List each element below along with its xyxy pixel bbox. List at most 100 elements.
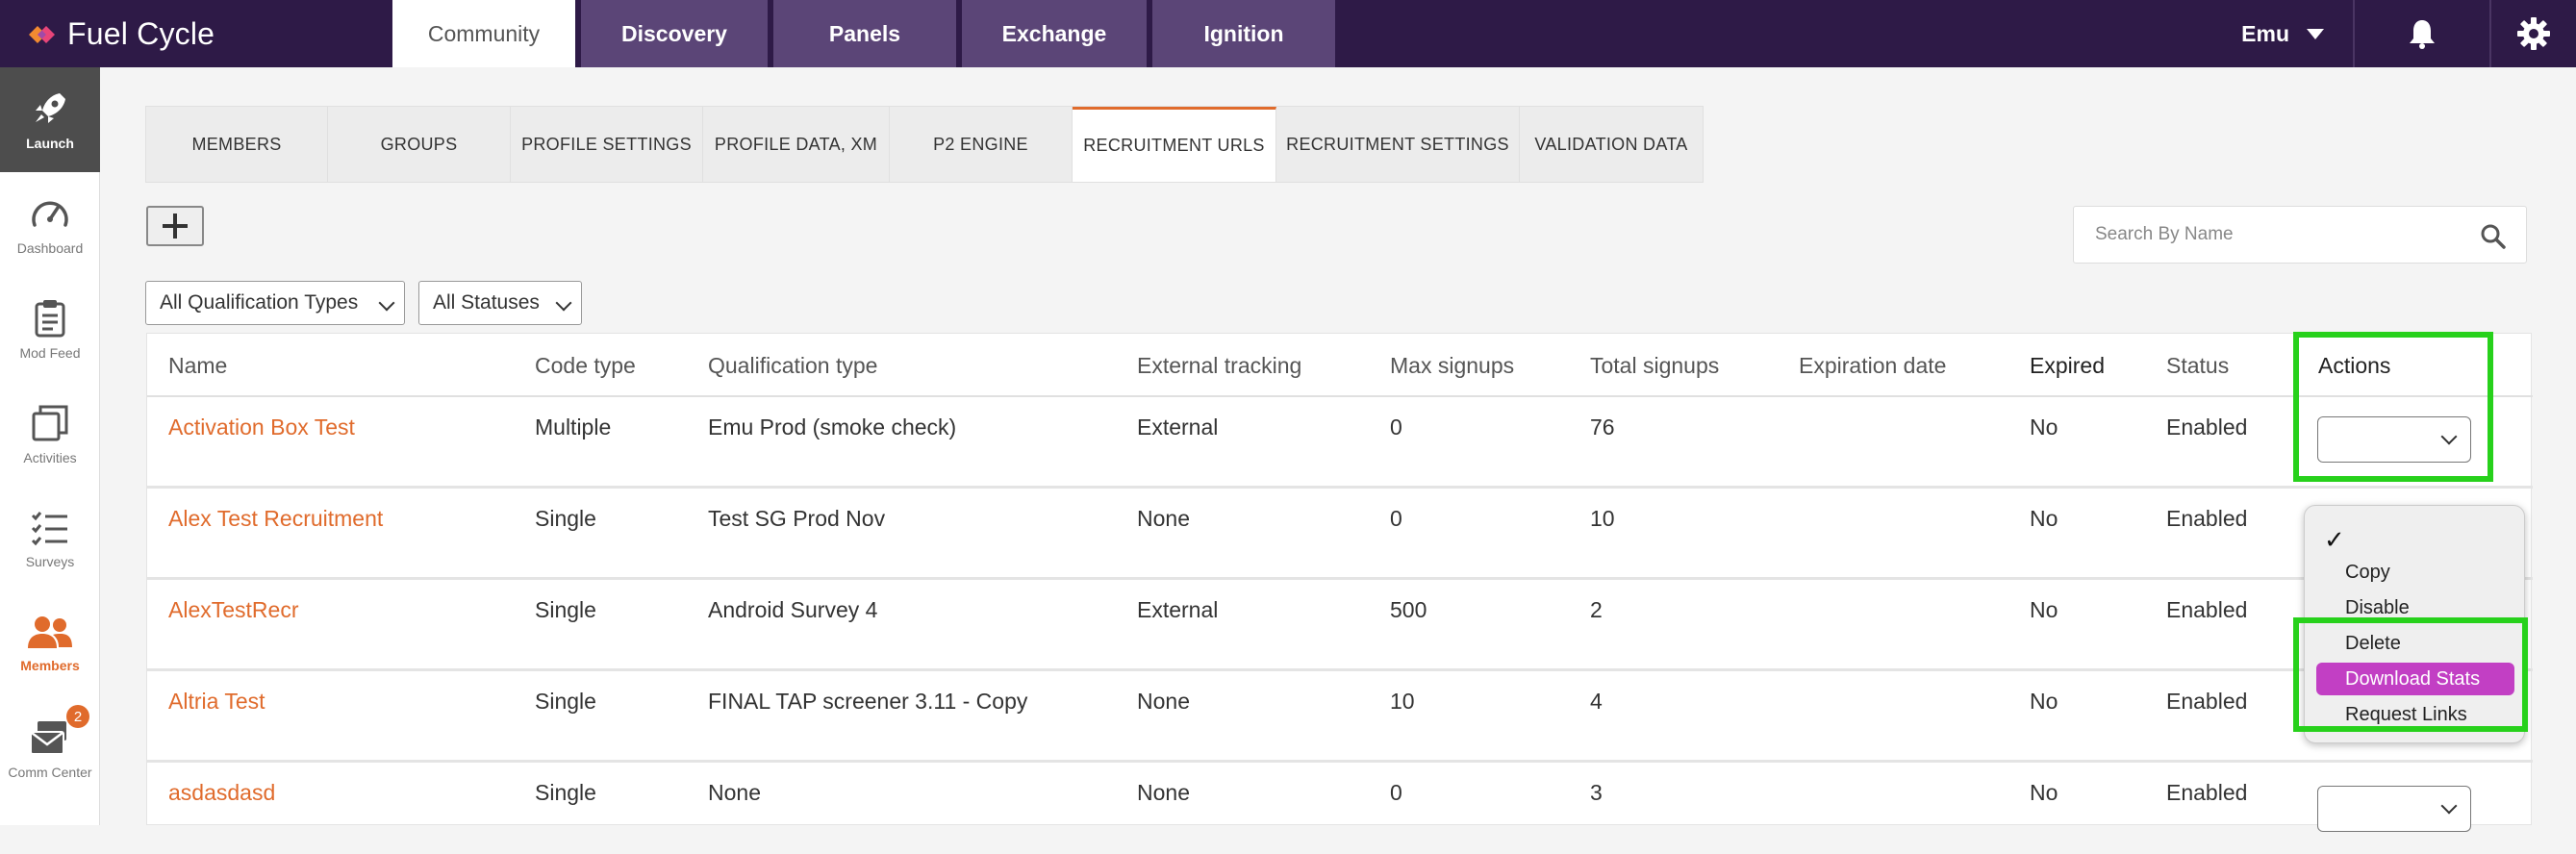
max-signups-cell: 0 [1390,780,1402,805]
table-row: Alex Test Recruitment Single Test SG Pro… [147,489,2533,580]
recruitment-name-link[interactable]: Alex Test Recruitment [168,506,383,532]
table-row: asdasdasd Single None None 0 3 No Enable… [147,763,2533,854]
recruitment-name-link[interactable]: AlexTestRecr [168,597,298,623]
subtab-profile-settings[interactable]: PROFILE SETTINGS [511,107,703,182]
subtab-p2-engine[interactable]: P2 ENGINE [890,107,1073,182]
highlight-actions-column [2293,332,2493,482]
plus-icon [163,214,188,239]
total-signups-cell: 3 [1590,780,1603,805]
subtab-groups[interactable]: GROUPS [328,107,511,182]
table-header: Name Code type Qualification type Extern… [147,334,2533,397]
qualification-type-cell: Test SG Prod Nov [708,506,886,531]
chevron-down-icon [555,294,572,312]
recruitment-name-link[interactable]: Activation Box Test [168,414,355,440]
external-tracking-cell: External [1137,414,1219,440]
tab-community[interactable]: Community [392,0,575,67]
add-button[interactable] [146,206,204,246]
chevron-down-icon [378,294,395,312]
tab-ignition[interactable]: Ignition [1152,0,1335,67]
table-row: Activation Box Test Multiple Emu Prod (s… [147,397,2533,489]
recruitment-name-link[interactable]: asdasdasd [168,780,275,806]
expired-cell: No [2030,597,2058,622]
max-signups-cell: 10 [1390,689,1415,714]
search-icon[interactable] [2480,223,2507,250]
sidebar-label: Activities [23,449,77,465]
qualification-type-cell: FINAL TAP screener 3.11 - Copy [708,689,1028,714]
column-header-external-tracking[interactable]: External tracking [1137,334,1301,397]
status-cell: Enabled [2166,597,2248,622]
sidebar-label: Members [20,657,80,673]
subtab-recruitment-settings[interactable]: RECRUITMENT SETTINGS [1276,107,1520,182]
external-tracking-cell: None [1137,506,1190,531]
column-header-code-type[interactable]: Code type [535,334,636,397]
status-cell: Enabled [2166,414,2248,440]
users-icon [28,615,72,648]
status-cell: Enabled [2166,689,2248,714]
sidebar-item-launch[interactable]: Launch [0,67,100,172]
brand-logo[interactable]: Fuel Cycle [25,15,215,52]
tab-panels[interactable]: Panels [773,0,956,67]
menu-item-copy[interactable]: Copy [2316,556,2514,589]
subtab-profile-data-xm[interactable]: PROFILE DATA, XM [703,107,890,182]
table-row: AlexTestRecr Single Android Survey 4 Ext… [147,580,2533,671]
column-header-status[interactable]: Status [2166,334,2229,397]
expired-cell: No [2030,414,2058,440]
sidebar-item-dashboard[interactable]: Dashboard [0,172,100,277]
qualification-type-filter[interactable]: All Qualification Types [145,281,405,325]
code-type-cell: Single [535,506,596,531]
highlight-download-stats [2293,617,2528,732]
table-row: Altria Test Single FINAL TAP screener 3.… [147,671,2533,763]
recruitment-name-link[interactable]: Altria Test [168,689,265,715]
sidebar-item-comm-center[interactable]: 2 Comm Center [0,696,100,801]
total-signups-cell: 10 [1590,506,1615,531]
max-signups-cell: 0 [1390,414,1402,440]
status-cell: Enabled [2166,506,2248,531]
top-right-controls: Emu [2241,0,2576,67]
sidebar-item-members[interactable]: Members [0,591,100,696]
sidebar-label: Mod Feed [19,344,81,361]
qualification-type-cell: None [708,780,761,805]
total-signups-cell: 4 [1590,689,1603,714]
code-type-cell: Single [535,597,596,622]
user-menu[interactable]: Emu [2241,0,2355,67]
recruitment-urls-table: Name Code type Qualification type Extern… [146,333,2533,832]
max-signups-cell: 0 [1390,506,1402,531]
sidebar-item-mod-feed[interactable]: Mod Feed [0,277,100,382]
column-header-max-signups[interactable]: Max signups [1390,334,1514,397]
subtab-recruitment-urls[interactable]: RECRUITMENT URLS [1073,107,1276,182]
sidebar-item-activities[interactable]: Activities [0,382,100,487]
sidebar-label: Dashboard [16,239,84,256]
subtab-members[interactable]: MEMBERS [146,107,328,182]
search-input[interactable] [2095,207,2461,263]
total-signups-cell: 2 [1590,597,1603,622]
notifications-button[interactable] [2355,0,2489,67]
sidebar-item-surveys[interactable]: Surveys [0,487,100,591]
column-header-expiration-date[interactable]: Expiration date [1799,334,1946,397]
tab-exchange[interactable]: Exchange [962,0,1147,67]
column-header-total-signups[interactable]: Total signups [1590,334,1719,397]
status-filter[interactable]: All Statuses [418,281,582,325]
sidebar-label: Surveys [25,553,75,569]
column-header-name[interactable]: Name [168,334,227,397]
search-box [2073,206,2527,264]
external-tracking-cell: None [1137,689,1190,714]
qualification-filter-value: All Qualification Types [160,291,359,314]
settings-button[interactable] [2489,0,2576,67]
tab-discovery[interactable]: Discovery [581,0,768,67]
subtab-validation-data[interactable]: VALIDATION DATA [1520,107,1703,182]
clipboard-icon [35,299,65,337]
code-type-cell: Single [535,689,596,714]
mail-icon [30,720,66,755]
expired-cell: No [2030,506,2058,531]
gauge-icon [32,201,68,227]
column-header-expired[interactable]: Expired [2030,334,2105,397]
external-tracking-cell: None [1137,780,1190,805]
notification-badge: 2 [66,705,89,728]
max-signups-cell: 500 [1390,597,1427,622]
sidebar-label: Launch [26,135,74,151]
status-cell: Enabled [2166,780,2248,805]
total-signups-cell: 76 [1590,414,1615,440]
left-sidebar: Launch Dashboard Mod Feed Activities Sur… [0,67,100,825]
caret-down-icon [2307,28,2324,39]
column-header-qualification-type[interactable]: Qualification type [708,334,877,397]
